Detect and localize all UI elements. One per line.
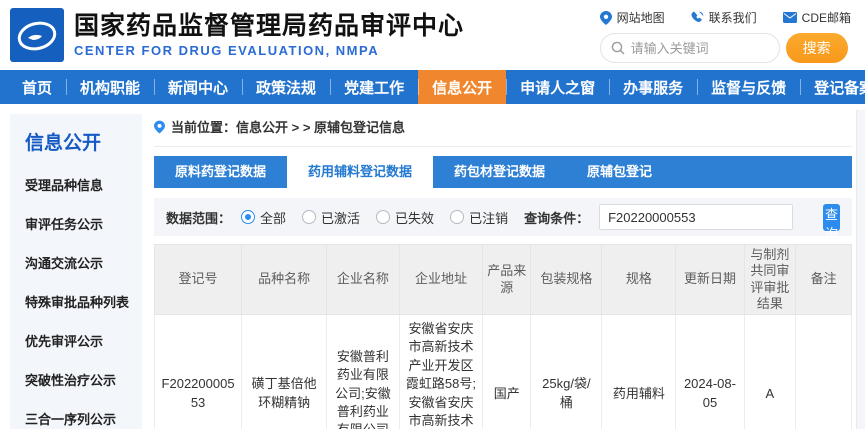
cell-joint-review-result: A <box>744 315 796 429</box>
sidebar-item-three-in-one[interactable]: 三合一序列公示 <box>25 409 142 428</box>
sidebar-title: 信息公开 <box>25 128 142 155</box>
site-header: 国家药品监督管理局药品审评中心 CENTER FOR DRUG EVALUATI… <box>0 0 865 70</box>
sidebar-item-breakthrough-therapy[interactable]: 突破性治疗公示 <box>25 370 142 389</box>
sidebar-item-communication[interactable]: 沟通交流公示 <box>25 253 142 272</box>
search-button[interactable]: 搜索 <box>786 33 848 63</box>
breadcrumb-text[interactable]: 当前位置：信息公开 > > 原辅包登记信息 <box>171 117 405 136</box>
query-condition-input[interactable] <box>599 204 793 230</box>
radio-cancelled-label: 已注销 <box>469 208 508 227</box>
radio-activated[interactable]: 已激活 <box>302 208 360 227</box>
radio-cancelled-control[interactable] <box>450 210 464 224</box>
radio-all-control[interactable] <box>241 210 255 224</box>
cell-package-spec: 25kg/袋/桶 <box>531 315 602 429</box>
col-spec: 规格 <box>602 245 676 315</box>
col-joint-review-result: 与制剂共同审评审批结果 <box>744 245 796 315</box>
sidebar-item-review-tasks[interactable]: 审评任务公示 <box>25 214 142 233</box>
nav-item-org[interactable]: 机构职能 <box>66 70 154 104</box>
envelope-icon <box>783 12 797 23</box>
nav-item-news[interactable]: 新闻中心 <box>154 70 242 104</box>
col-remark: 备注 <box>796 245 852 315</box>
site-titles: 国家药品监督管理局药品审评中心 CENTER FOR DRUG EVALUATI… <box>74 12 464 59</box>
radio-all[interactable]: 全部 <box>241 208 286 227</box>
col-update-date: 更新日期 <box>676 245 744 315</box>
sidebar-item-accepted-varieties[interactable]: 受理品种信息 <box>25 175 142 194</box>
query-button[interactable]: 查询 <box>823 204 840 231</box>
nav-item-services[interactable]: 办事服务 <box>609 70 697 104</box>
nav-item-registration-platform[interactable]: 登记备案平台 <box>800 70 865 104</box>
sitemap-link[interactable]: 网站地图 <box>600 9 665 26</box>
nav-item-info-disclosure[interactable]: 信息公开 <box>418 70 506 104</box>
cell-company-address: 安徽省安庆市高新技术产业开发区霞虹路58号; 安徽省安庆市高新技术产业开发区霞虹… <box>399 315 483 429</box>
breadcrumb: 当前位置：信息公开 > > 原辅包登记信息 <box>154 114 852 147</box>
site-title: 国家药品监督管理局药品审评中心 <box>74 12 464 41</box>
tab-api-data[interactable]: 原料药登记数据 <box>154 156 287 188</box>
filter-bar: 数据范围： 全部 已激活 已失效 已注销 查询条件： 查询 <box>154 198 852 236</box>
nav-item-applicant[interactable]: 申请人之窗 <box>506 70 609 104</box>
col-product-source: 产品来源 <box>483 245 531 315</box>
radio-cancelled[interactable]: 已注销 <box>450 208 508 227</box>
col-registration-no: 登记号 <box>155 245 242 315</box>
nav-item-home[interactable]: 首页 <box>8 70 66 104</box>
cell-registration-no: F20220000553 <box>155 315 242 429</box>
query-label: 查询条件： <box>524 208 589 227</box>
cell-product-source: 国产 <box>483 315 531 429</box>
cell-variety-name: 磺丁基倍他环糊精钠 <box>242 315 327 429</box>
table-row: F20220000553 磺丁基倍他环糊精钠 安徽普利药业有限公司;安徽普利药业… <box>155 315 852 429</box>
cde-logo[interactable] <box>10 8 64 62</box>
search-icon <box>611 41 625 55</box>
cell-remark <box>796 315 852 429</box>
col-company-address: 企业地址 <box>399 245 483 315</box>
tab-excipient-data[interactable]: 药用辅料登记数据 <box>287 156 433 188</box>
main-nav: 首页 机构职能 新闻中心 政策法规 党建工作 信息公开 申请人之窗 办事服务 监… <box>0 70 865 104</box>
radio-all-label: 全部 <box>260 208 286 227</box>
contact-link[interactable]: 联系我们 <box>691 9 757 26</box>
col-company-name: 企业名称 <box>327 245 399 315</box>
data-tabs: 原料药登记数据 药用辅料登记数据 药包材登记数据 原辅包登记 <box>154 156 852 188</box>
tab-apipack-registration[interactable]: 原辅包登记 <box>566 156 673 188</box>
map-pin-icon <box>600 11 612 25</box>
col-package-spec: 包装规格 <box>531 245 602 315</box>
location-pin-icon <box>154 120 165 134</box>
radio-activated-label: 已激活 <box>321 208 360 227</box>
scrollbar-track[interactable] <box>856 110 865 429</box>
tab-packaging-data[interactable]: 药包材登记数据 <box>433 156 566 188</box>
cell-update-date: 2024-08-05 <box>676 315 744 429</box>
nav-item-policy[interactable]: 政策法规 <box>242 70 330 104</box>
radio-expired[interactable]: 已失效 <box>376 208 434 227</box>
registration-table: 登记号 品种名称 企业名称 企业地址 产品来源 包装规格 规格 更新日期 与制剂… <box>154 244 852 429</box>
mailbox-label: CDE邮箱 <box>802 9 851 26</box>
cell-company-name: 安徽普利药业有限公司;安徽普利药业有限公司 <box>327 315 399 429</box>
col-variety-name: 品种名称 <box>242 245 327 315</box>
radio-activated-control[interactable] <box>302 210 316 224</box>
scope-label: 数据范围： <box>166 208 231 227</box>
table-header-row: 登记号 品种名称 企业名称 企业地址 产品来源 包装规格 规格 更新日期 与制剂… <box>155 245 852 315</box>
search-box <box>600 33 780 63</box>
cell-spec: 药用辅料 <box>602 315 676 429</box>
contact-label: 联系我们 <box>709 9 757 26</box>
keyword-search-input[interactable] <box>631 41 769 56</box>
nav-item-supervision[interactable]: 监督与反馈 <box>697 70 800 104</box>
nav-item-party[interactable]: 党建工作 <box>330 70 418 104</box>
radio-expired-label: 已失效 <box>395 208 434 227</box>
sidebar: 信息公开 受理品种信息 审评任务公示 沟通交流公示 特殊审批品种列表 优先审评公… <box>10 114 142 429</box>
site-subtitle: CENTER FOR DRUG EVALUATION, NMPA <box>74 43 464 58</box>
sidebar-item-priority-review[interactable]: 优先审评公示 <box>25 331 142 350</box>
sitemap-label: 网站地图 <box>617 9 665 26</box>
radio-expired-control[interactable] <box>376 210 390 224</box>
mailbox-link[interactable]: CDE邮箱 <box>783 9 851 26</box>
phone-icon <box>691 11 704 24</box>
sidebar-item-special-approval[interactable]: 特殊审批品种列表 <box>25 292 142 311</box>
